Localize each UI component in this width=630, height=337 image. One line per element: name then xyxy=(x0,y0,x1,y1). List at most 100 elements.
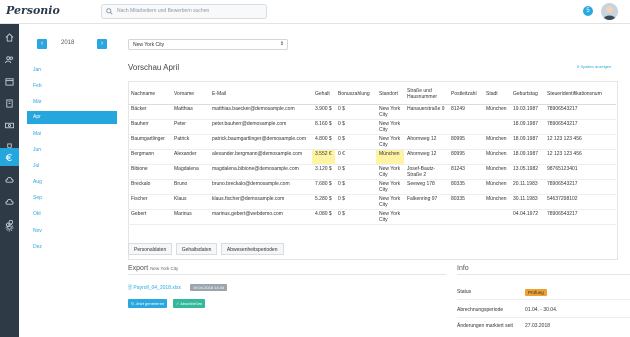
table-row[interactable]: Bäcker Matthias matthias.baecker@demosampl… xyxy=(128,104,616,120)
export-title: Export xyxy=(128,265,149,272)
month-jul[interactable]: Jul xyxy=(27,160,117,173)
month-sep[interactable]: Sep xyxy=(27,192,117,205)
notification-badge[interactable]: 5 xyxy=(583,6,593,16)
month-jan[interactable]: Jan xyxy=(27,64,117,77)
month-may[interactable]: Mai xyxy=(27,128,117,141)
show-columns-link[interactable]: 5 Spalten anzeigen xyxy=(577,64,611,69)
cell-bonus: 0 € xyxy=(335,149,376,165)
col-strasse[interactable]: Straße und Hausnummer xyxy=(404,84,448,105)
table-row[interactable]: Bauherr Peter peter.bauherr@demosample.com… xyxy=(128,119,616,135)
cell-gehalt: 7.680 $ xyxy=(312,179,335,195)
col-geburtstag[interactable]: Geburtstag xyxy=(510,84,544,105)
sidebar-home-icon[interactable] xyxy=(0,28,19,46)
cell-strasse: Josef-Bautz-Straße 2 xyxy=(404,164,448,180)
table-row[interactable]: Gebert Marinus marinus.gebert@webdemo.com 4… xyxy=(128,209,616,225)
cell-email: bruno.breckalo@demosample.com xyxy=(209,179,312,195)
cell-email: marinus.gebert@webdemo.com xyxy=(209,209,312,225)
month-aug[interactable]: Aug xyxy=(27,176,117,189)
cell-gehalt: 3.552 € xyxy=(312,149,335,165)
cell-steuer-id: 78906543217 xyxy=(544,104,616,120)
tab-personaldaten[interactable]: Personaldaten xyxy=(128,243,173,255)
cell-standort: New York City xyxy=(376,194,404,210)
table-row[interactable]: Bibione Magdalena magdalena.bibione@demosa… xyxy=(128,164,616,180)
col-standort[interactable]: Standort xyxy=(376,84,404,105)
location-select[interactable]: New York City ⇕ xyxy=(128,39,288,50)
search-input[interactable]: Nach Mitarbeitern und Bewerbern suchen xyxy=(101,4,267,19)
cell-gehalt: 5.280 $ xyxy=(312,194,335,210)
sidebar-building-icon[interactable] xyxy=(0,94,19,112)
prev-year-button[interactable]: ‹ xyxy=(37,39,47,49)
cell-strasse: Falkenring 97 xyxy=(404,194,448,210)
cell-stadt xyxy=(483,209,510,225)
cell-gehalt: 3.120 $ xyxy=(312,164,335,180)
info-rule xyxy=(457,299,630,300)
export-file-link[interactable]: 🗎 Payroll_04_2018.xlsx xyxy=(128,285,181,293)
cell-nachname: Bergmann xyxy=(128,149,171,165)
cell-stadt: München xyxy=(483,104,510,120)
cell-nachname: Bibione xyxy=(128,164,171,180)
month-feb[interactable]: Feb xyxy=(27,80,117,93)
file-icon: 🗎 xyxy=(128,285,133,291)
generate-button[interactable]: ↻ Jetzt generieren xyxy=(128,299,168,308)
cell-standort: New York City xyxy=(376,134,404,150)
period-selector: ‹ 2018 › Jan Feb Mär Apr Mai Jun Jul Aug… xyxy=(25,24,117,337)
cell-strasse: Seeweg 178 xyxy=(404,179,448,195)
col-vorname[interactable]: Vorname xyxy=(171,84,209,105)
sidebar-calendar-icon[interactable] xyxy=(0,72,19,90)
check-icon: ✓ xyxy=(176,301,180,306)
changes-value: 27.03.2018 xyxy=(525,323,551,329)
finalize-button[interactable]: ✓ Abschließen xyxy=(173,299,206,308)
cell-nachname: Breckalo xyxy=(128,179,171,195)
next-year-button[interactable]: › xyxy=(97,39,107,49)
cell-standort: New York City xyxy=(376,119,404,135)
cell-vorname: Alexander xyxy=(171,149,209,165)
cell-nachname: Gebert xyxy=(128,209,171,225)
sidebar-gear-icon[interactable] xyxy=(0,218,19,236)
location-select-value: New York City xyxy=(133,42,165,48)
sidebar-users-icon[interactable] xyxy=(0,50,19,68)
month-oct[interactable]: Okt xyxy=(27,208,117,221)
cell-strasse: Ahornweg 12 xyxy=(404,134,448,150)
top-bar: Personio Nach Mitarbeitern und Bewerbern… xyxy=(0,0,630,24)
refresh-icon: ↻ xyxy=(131,301,135,306)
cell-vorname: Bruno xyxy=(171,179,209,195)
cell-plz xyxy=(448,119,483,135)
cell-email: peter.bauherr@demosample.com xyxy=(209,119,312,135)
table-row[interactable]: Bergmann Alexander alexander.bergmann@demo… xyxy=(128,149,616,165)
month-dec[interactable]: Dez xyxy=(27,241,117,254)
month-nov[interactable]: Nov xyxy=(27,225,117,238)
finalize-button-label: Abschließen xyxy=(180,301,203,306)
month-mar[interactable]: Mär xyxy=(27,96,117,109)
table-row[interactable]: Baumgartlinger Patrick patrick.baumgartlin… xyxy=(128,134,616,150)
col-steuer-id[interactable]: Steueridentifikationsnum xyxy=(544,84,616,105)
cell-steuer-id: 54637298102 xyxy=(544,194,616,210)
cell-strasse xyxy=(404,119,448,135)
col-gehalt[interactable]: Gehalt xyxy=(312,84,335,105)
col-stadt[interactable]: Stadt xyxy=(483,84,510,105)
sidebar-cloud-upload-icon[interactable] xyxy=(0,170,19,188)
col-plz[interactable]: Postleitzahl xyxy=(448,84,483,105)
sidebar xyxy=(0,24,19,337)
cell-steuer-id: 12 123 123 456 xyxy=(544,149,616,165)
info-title: Info xyxy=(457,265,469,272)
table-row[interactable]: Fischer Klaus klaus.fischer@demosample.com… xyxy=(128,194,616,210)
sidebar-euro-icon[interactable] xyxy=(0,148,19,166)
month-jun[interactable]: Jun xyxy=(27,144,117,157)
tab-gehaltsdaten[interactable]: Gehaltsdaten xyxy=(175,243,218,255)
tab-abwesenheitsperioden[interactable]: Abwesenheitsperioden xyxy=(220,243,284,255)
table-row[interactable]: Breckalo Bruno bruno.breckalo@demosample.c… xyxy=(128,179,616,195)
cell-standort: München xyxy=(376,149,404,165)
cell-email: alexander.bergmann@demosample.com xyxy=(209,149,312,165)
cell-steuer-id: 12 123 123 456 xyxy=(544,134,616,150)
avatar[interactable] xyxy=(601,3,618,20)
cell-bonus: 0 $ xyxy=(335,164,376,180)
month-apr[interactable]: Apr xyxy=(27,111,117,124)
cell-vorname: Patrick xyxy=(171,134,209,150)
cell-stadt: München xyxy=(483,134,510,150)
sidebar-money-icon[interactable] xyxy=(0,116,19,134)
sidebar-cloud-icon[interactable] xyxy=(0,192,19,210)
col-bonus[interactable]: Bonuszahlung xyxy=(335,84,376,105)
app-logo[interactable]: Personio xyxy=(6,4,60,17)
col-email[interactable]: E-Mail xyxy=(209,84,312,105)
col-nachname[interactable]: Nachname xyxy=(128,84,171,105)
